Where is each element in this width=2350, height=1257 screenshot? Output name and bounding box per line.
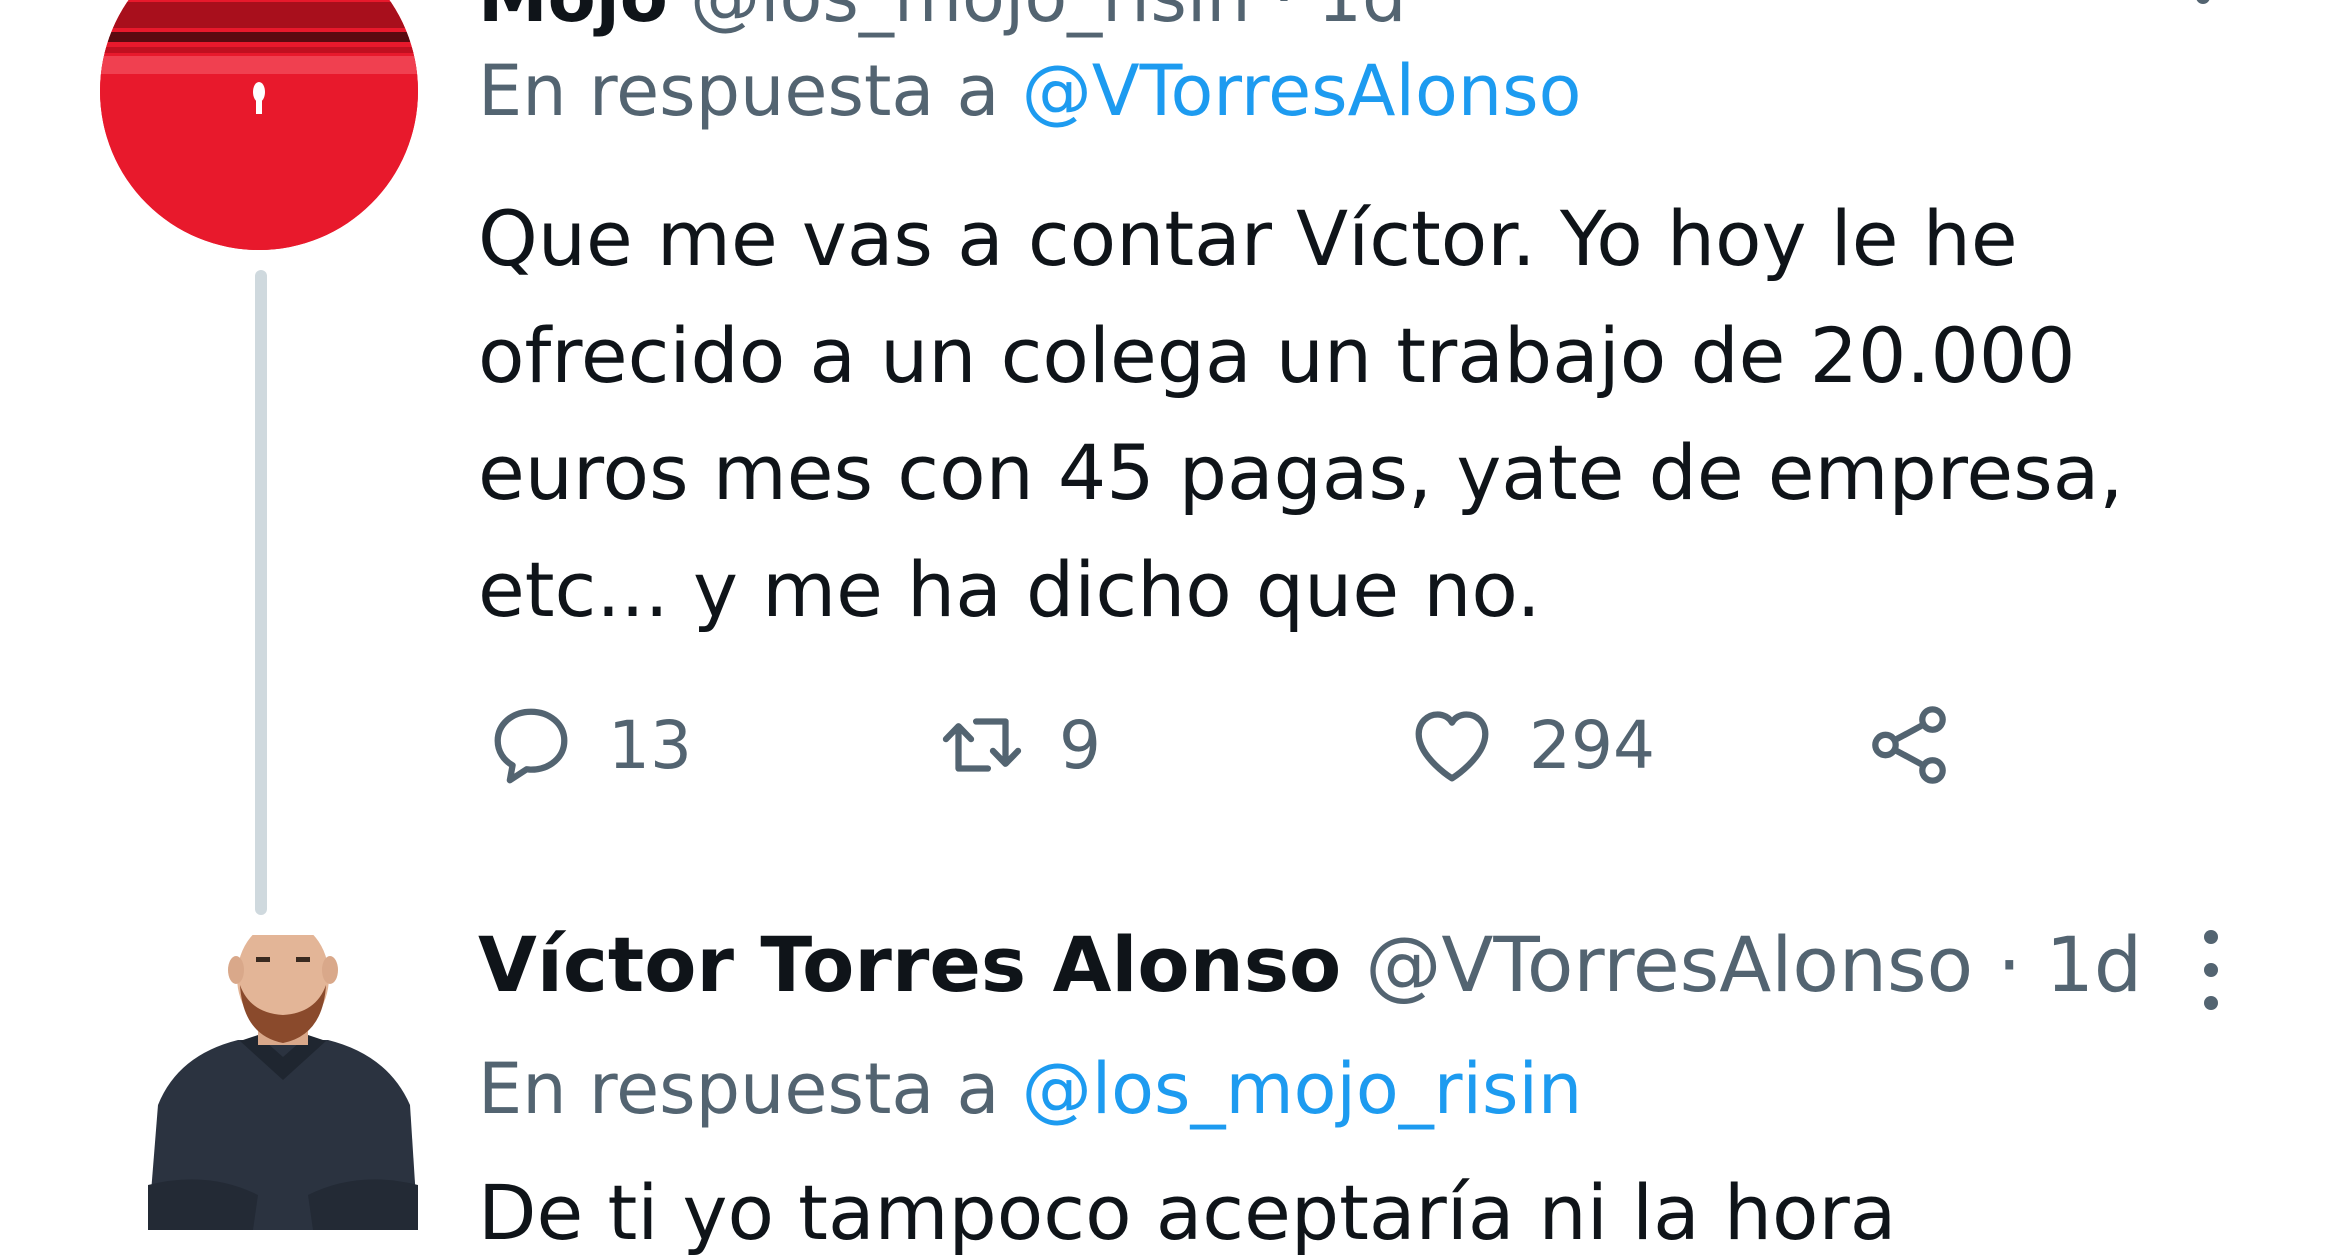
like-count: 294 (1529, 706, 1655, 784)
tweet2-reply-context: En respuesta a @los_mojo_risin (478, 1048, 1582, 1130)
more-dot (2204, 963, 2218, 977)
more-options-icon[interactable] (2196, 930, 2226, 1010)
avatar-los-mojo-risin[interactable] (100, 0, 418, 250)
reply-button[interactable]: 13 (484, 700, 692, 790)
retweet-count: 9 (1059, 706, 1101, 784)
reply-count: 13 (608, 706, 692, 784)
tweet1-separator: · (1273, 0, 1318, 38)
avatar-vtorresalonso[interactable] (148, 935, 418, 1230)
reply-prefix: En respuesta a (478, 50, 1000, 132)
tweet1-text-line: Que me vas a contar Víctor. Yo hoy le he (478, 194, 2018, 283)
tweet1-header: Mojo @los_mojo_risin · 1d (478, 0, 1406, 38)
reply-icon (494, 708, 568, 784)
tweet1-author-name[interactable]: Mojo (478, 0, 668, 38)
tweet1-handle[interactable]: @los_mojo_risin (690, 0, 1251, 38)
tweet2-text: De ti yo tampoco aceptaría ni la hora (478, 1168, 1897, 1257)
tweet1-text: Que me vas a contar Víctor. Yo hoy le he… (478, 180, 2198, 648)
share-icon (1872, 706, 1946, 784)
tweet1-text-line: etc... y me ha dicho que no. (478, 545, 1541, 634)
tweet1-text-line: ofrecido a un colega un trabajo de 20.00… (478, 311, 2076, 400)
thread-line (255, 270, 267, 915)
tweet2-author-name[interactable]: Víctor Torres Alonso (478, 920, 1341, 1009)
tweet2-time[interactable]: 1d (2046, 920, 2143, 1009)
retweet-button[interactable]: 9 (935, 700, 1101, 790)
tweet2-header: Víctor Torres Alonso @VTorresAlonso · 1d (478, 920, 2142, 1009)
reply-prefix: En respuesta a (478, 1048, 1000, 1130)
more-dot (2204, 996, 2218, 1010)
tweet1-reply-context: En respuesta a @VTorresAlonso (478, 50, 1581, 132)
heart-icon (1415, 711, 1489, 782)
mention-link[interactable]: @VTorresAlonso (1022, 50, 1582, 132)
more-options-icon[interactable] (2196, 0, 2210, 4)
tweet1-time[interactable]: 1d (1317, 0, 1406, 38)
tweet1-text-line: euros mes con 45 pagas, yate de empresa, (478, 428, 2124, 517)
mention-link[interactable]: @los_mojo_risin (1022, 1048, 1583, 1130)
more-dot (2204, 930, 2218, 944)
tweet2-separator: · (1997, 920, 2046, 1009)
retweet-icon (942, 718, 1022, 772)
tweet2-handle[interactable]: @VTorresAlonso (1365, 920, 1973, 1009)
share-button[interactable] (1862, 700, 1956, 790)
like-button[interactable]: 294 (1405, 700, 1655, 790)
